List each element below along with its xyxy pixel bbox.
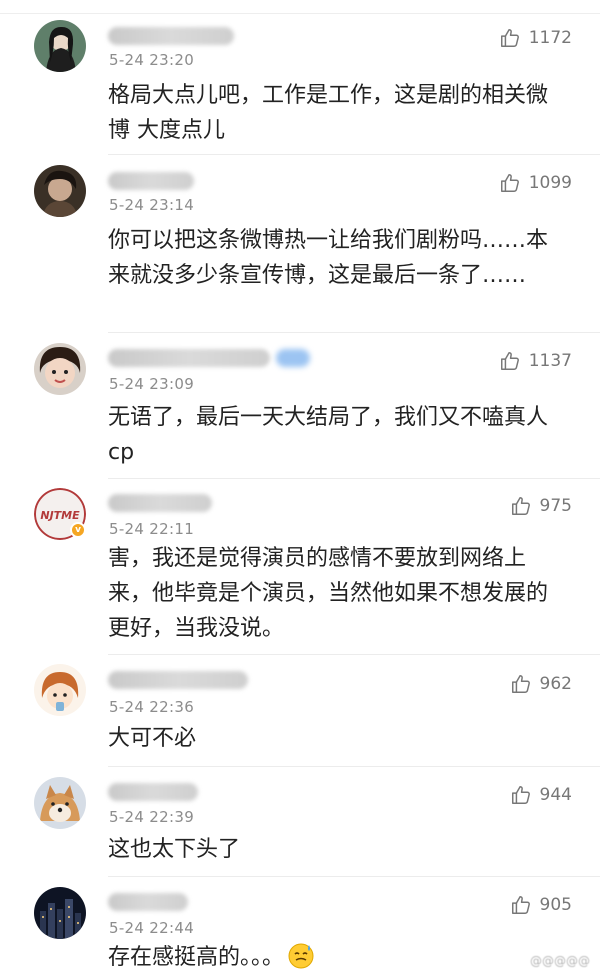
comment-time: 5-24 22:39 <box>109 808 195 826</box>
like-button[interactable]: 1172 <box>499 25 572 51</box>
comment-text: 这也太下头了 <box>108 837 241 862</box>
top-divider <box>0 13 600 14</box>
thumbs-up-icon <box>511 675 530 693</box>
like-button[interactable]: 944 <box>510 782 572 808</box>
like-count: 1099 <box>528 173 572 193</box>
avatar-cartoon-girl-icon[interactable] <box>34 664 86 716</box>
comment-text: 害，我还是觉得演员的感情不要放到网络上来，他毕竟是个演员，当然他如果不想发展的更… <box>108 546 549 641</box>
username-tag-blurred <box>276 349 310 367</box>
avatar-shiba-dog-icon[interactable] <box>34 777 86 829</box>
avatar-portrait-icon[interactable] <box>34 165 86 217</box>
like-button[interactable]: 962 <box>510 671 572 697</box>
comment-time: 5-24 23:20 <box>109 51 195 69</box>
comment-text: 存在感挺高的。。。 <box>108 940 578 973</box>
username-blurred[interactable] <box>108 494 212 512</box>
comment-text: 无语了，最后一天大结局了，我们又不嗑真人cp <box>108 405 549 465</box>
like-count: 1137 <box>528 351 572 371</box>
comment-text-content: 存在感挺高的。。。 <box>108 945 285 970</box>
like-count: 944 <box>539 785 572 805</box>
thumbs-up-icon <box>511 497 530 515</box>
divider <box>108 332 600 333</box>
like-button[interactable]: 905 <box>510 892 572 918</box>
username-blurred[interactable] <box>108 172 194 190</box>
thumbs-up-icon <box>500 174 519 192</box>
username-blurred[interactable] <box>108 27 234 45</box>
comment-text: 格局大点儿吧，工作是工作，这是剧的相关微博 大度点儿 <box>108 83 549 143</box>
comment-time: 5-24 22:36 <box>109 698 195 716</box>
comment-time: 5-24 22:11 <box>109 520 195 538</box>
like-count: 905 <box>539 895 572 915</box>
username-blurred[interactable] <box>108 671 248 689</box>
username-blurred[interactable] <box>108 783 198 801</box>
like-count: 962 <box>539 674 572 694</box>
thumbs-up-icon <box>500 352 519 370</box>
watermark-blurred: @@@@@ <box>530 954 590 968</box>
avatar-logo-text: NJTME <box>40 509 80 522</box>
comment-list: 5-24 23:20 1172 格局大点儿吧，工作是工作，这是剧的相关微博 大度… <box>0 0 600 973</box>
like-button[interactable]: 1137 <box>499 348 572 374</box>
sweat-smile-emoji-icon <box>288 943 314 969</box>
divider <box>108 154 600 155</box>
thumbs-up-icon <box>500 29 519 47</box>
like-count: 975 <box>539 496 572 516</box>
avatar-dark-hair-icon[interactable] <box>34 20 86 72</box>
divider <box>108 876 600 877</box>
comment-time: 5-24 23:09 <box>109 375 195 393</box>
thumbs-up-icon <box>511 786 530 804</box>
avatar-child-icon[interactable] <box>34 343 86 395</box>
thumbs-up-icon <box>511 896 530 914</box>
username-blurred[interactable] <box>108 349 270 367</box>
username-blurred[interactable] <box>108 893 188 911</box>
divider <box>108 766 600 767</box>
verified-badge-icon: v <box>70 522 86 538</box>
divider <box>108 478 600 479</box>
like-button[interactable]: 1099 <box>499 170 572 196</box>
like-count: 1172 <box>528 28 572 48</box>
like-button[interactable]: 975 <box>510 493 572 519</box>
divider <box>108 654 600 655</box>
comment-text: 大可不必 <box>108 726 197 751</box>
comment-time: 5-24 23:14 <box>109 196 195 214</box>
comment-text: 你可以把这条微博热一让给我们剧粉吗……本来就没多少条宣传博，这是最后一条了…… <box>108 228 549 288</box>
comment-time: 5-24 22:44 <box>109 919 195 937</box>
avatar-city-night-icon[interactable] <box>34 887 86 939</box>
